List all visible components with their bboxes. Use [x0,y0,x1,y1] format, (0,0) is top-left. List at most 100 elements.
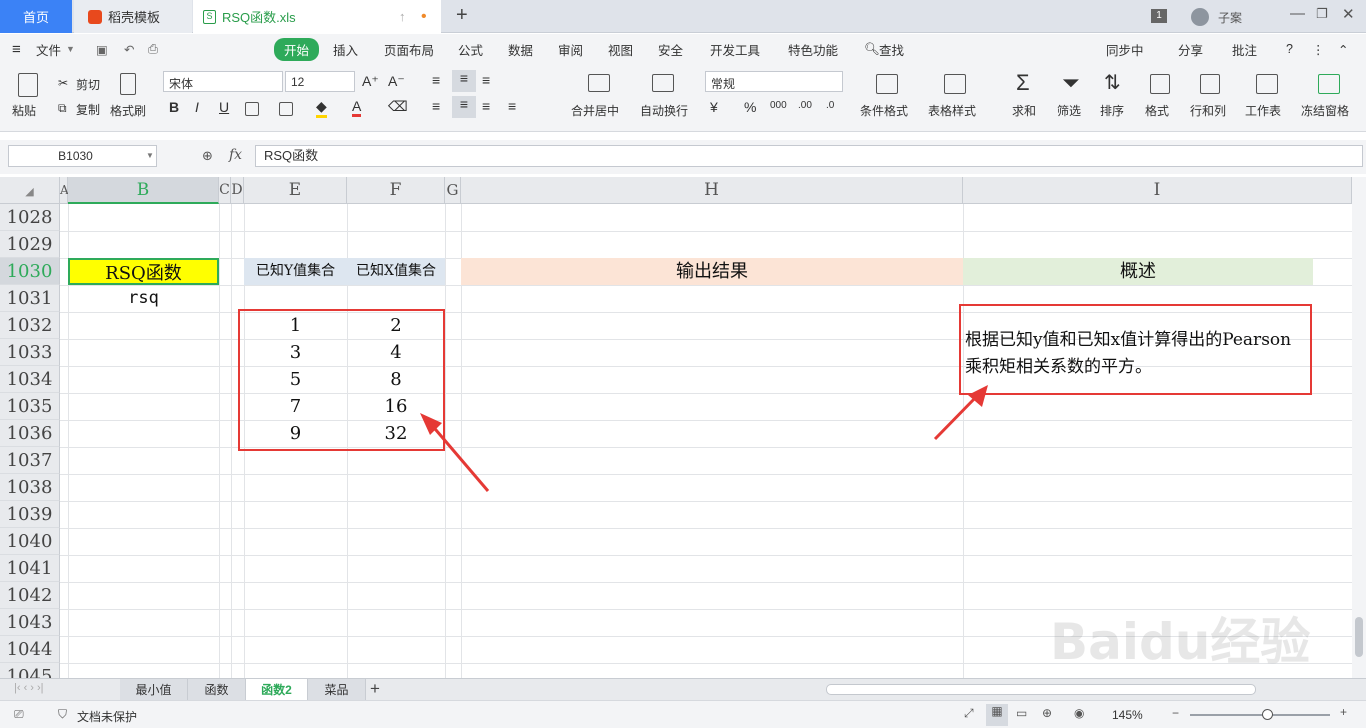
decrease-decimal-icon[interactable]: .0 [826,100,834,111]
underline-icon[interactable]: U [219,99,229,115]
comment-button[interactable]: 批注 [1232,40,1257,59]
conditional-format-button[interactable]: 条件格式 [860,102,908,119]
normal-view-icon[interactable]: ▦ [986,704,1008,726]
freeze-icon[interactable] [1318,74,1340,94]
menu-developer[interactable]: 开发工具 [710,40,760,59]
paste-icon[interactable] [18,73,38,97]
cut-icon[interactable]: ✂ [58,76,68,90]
sum-icon[interactable]: Σ [1016,70,1030,96]
fill-color-icon[interactable]: ◆ [316,98,327,118]
wrap-icon[interactable] [652,74,674,92]
thousands-icon[interactable]: 000 [770,100,787,111]
border-icon[interactable] [245,102,259,116]
font-color-icon[interactable]: A [352,98,362,117]
avatar[interactable] [1191,8,1209,26]
sort-icon[interactable]: ⇅ [1104,70,1121,95]
zoom-slider-handle[interactable] [1262,709,1273,720]
format-painter-button[interactable]: 格式刷 [110,102,146,119]
menu-formula[interactable]: 公式 [458,40,483,59]
merge-button[interactable]: 合并居中 [571,102,619,119]
menu-search[interactable]: 查找 [879,40,904,59]
page-break-icon[interactable]: ▭ [1016,706,1027,720]
justify-icon[interactable]: ≡ [508,98,516,114]
tab-template[interactable]: 稻壳模板 [74,0,192,33]
copy-icon[interactable]: ⧉ [58,101,67,116]
number-format-select[interactable]: 常规 [705,71,843,92]
format-button[interactable]: 格式 [1145,102,1169,119]
formula-input[interactable]: RSQ函数 [255,145,1363,167]
table-style-icon[interactable] [944,74,966,94]
format-painter-icon[interactable] [120,73,136,95]
align-right-icon[interactable]: ≡ [482,98,490,114]
bold-icon[interactable]: B [169,99,179,115]
menu-insert[interactable]: 插入 [333,40,358,59]
chevron-down-icon[interactable]: ▼ [66,44,75,54]
menu-view[interactable]: 视图 [608,40,633,59]
help-icon[interactable]: ? [1286,42,1293,56]
undo-icon[interactable]: ↶ [124,42,134,57]
currency-icon[interactable]: ¥ [710,99,718,115]
close-button[interactable]: ✕ [1342,5,1355,23]
freeze-button[interactable]: 冻结窗格 [1301,102,1349,119]
cut-button[interactable]: 剪切 [76,76,100,93]
chevron-down-icon[interactable]: ▼ [146,151,154,160]
tab-home[interactable]: 首页 [0,0,72,33]
paste-label[interactable]: 粘贴 [12,102,36,119]
align-middle-icon[interactable]: ≡ [452,70,476,92]
table-style-button[interactable]: 表格样式 [928,102,976,119]
percent-icon[interactable]: % [744,99,756,115]
menu-home[interactable]: 开始 [274,37,320,61]
decrease-font-icon[interactable]: A⁻ [388,73,405,90]
increase-decimal-icon[interactable]: .00 [798,100,812,111]
worksheet-button[interactable]: 工作表 [1245,102,1281,119]
increase-font-icon[interactable]: A⁺ [362,73,379,90]
sheet-tab[interactable]: 最小值 [120,679,188,701]
horizontal-scroll-thumb[interactable] [826,684,1256,695]
save-icon[interactable]: ▣ [96,42,108,57]
filter-button[interactable]: 筛选 [1057,102,1081,119]
restore-button[interactable]: ❐ [1316,6,1328,22]
conditional-format-icon[interactable] [876,74,898,94]
align-bottom-icon[interactable]: ≡ [482,72,490,88]
wrap-button[interactable]: 自动换行 [640,102,688,119]
spreadsheet-grid[interactable]: ◢ A B C D E F G H I 1028 1029 1030 1031 1032… [0,177,1352,678]
vertical-scroll-thumb[interactable] [1355,617,1363,657]
italic-icon[interactable]: I [195,99,199,115]
print-icon[interactable]: ⎙ [148,42,158,57]
filter-icon[interactable]: ⏷ [1062,70,1080,96]
macro-icon[interactable]: ⎚ [14,707,24,722]
menu-file[interactable]: 文件 [36,40,61,59]
menu-page-layout[interactable]: 页面布局 [384,40,434,59]
tab-file[interactable]: S RSQ函数.xls ↑ • [193,0,441,33]
collapse-ribbon-icon[interactable]: ⌃ [1338,42,1348,57]
zoom-formula-icon[interactable]: ⊕ [202,148,213,164]
add-sheet-button[interactable]: + [370,679,380,699]
align-left-icon[interactable]: ≡ [432,98,440,114]
rowcol-button[interactable]: 行和列 [1190,102,1226,119]
font-size-select[interactable]: 12 [285,71,355,92]
share-button[interactable]: 分享 [1178,40,1203,59]
hamburger-icon[interactable]: ≡ [12,41,21,58]
pin-icon[interactable]: ↑ [399,9,406,24]
menu-features[interactable]: 特色功能 [788,40,838,59]
sheet-tab[interactable]: 函数 [188,679,246,701]
zoom-in-icon[interactable]: + [1340,705,1347,719]
fx-icon[interactable]: fx [229,147,242,163]
menu-security[interactable]: 安全 [658,40,683,59]
vertical-scrollbar[interactable] [1352,177,1366,678]
merge-icon[interactable] [588,74,610,92]
zoom-slider[interactable] [1190,714,1330,716]
format-icon[interactable] [1150,74,1170,94]
align-center-icon[interactable]: ≡ [452,96,476,118]
sort-button[interactable]: 排序 [1100,102,1124,119]
sheet-tab[interactable]: 菜品 [308,679,366,701]
copy-button[interactable]: 复制 [76,101,100,118]
protection-status[interactable]: 文档未保护 [77,708,137,725]
more-icon[interactable]: ⋮ [1312,42,1325,57]
zoom-level[interactable]: 145% [1112,708,1143,722]
align-top-icon[interactable]: ≡ [432,72,440,88]
sync-status[interactable]: 同步中 [1106,40,1144,59]
minimize-button[interactable]: — [1290,5,1305,22]
sheet-nav-icon[interactable]: |‹ ‹ › ›| [14,682,44,694]
page-layout-icon[interactable]: ⊕ [1042,706,1052,720]
